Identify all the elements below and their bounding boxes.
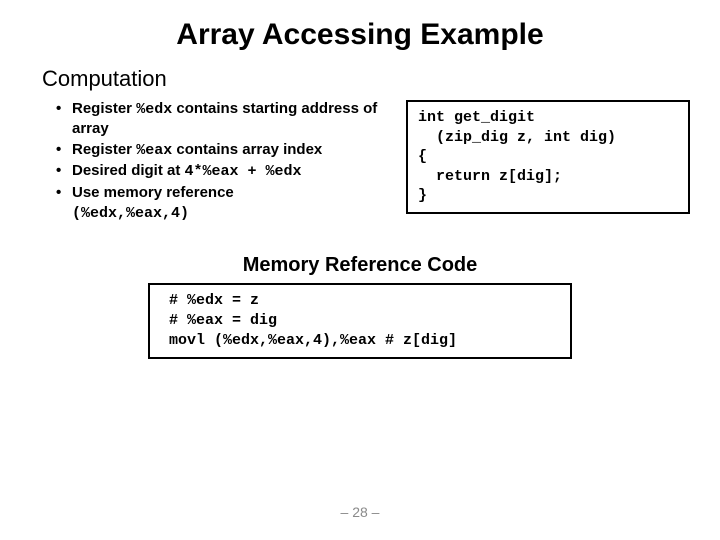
bullet3-code: 4*%eax + %edx <box>185 163 302 180</box>
bullet2-code: %eax <box>136 142 172 159</box>
bullet3-pre: Desired digit at <box>72 162 185 179</box>
page-number: – 28 – <box>0 504 720 520</box>
bullet2-post: contains array index <box>172 141 322 158</box>
bullet-list-container: Register %edx contains starting address … <box>42 98 406 224</box>
bullet1-code: %edx <box>136 101 172 118</box>
bullet1-pre: Register <box>72 100 136 117</box>
bullet-item-3: Desired digit at 4*%eax + %edx <box>42 162 398 182</box>
bullet-item-2: Register %eax contains array index <box>42 141 398 161</box>
bullet-list: Register %edx contains starting address … <box>42 100 398 203</box>
bullet-item-1: Register %edx contains starting address … <box>42 100 398 139</box>
memory-reference-heading: Memory Reference Code <box>0 254 720 277</box>
c-code-box: int get_digit (zip_dig z, int dig) { ret… <box>406 100 690 214</box>
slide: Array Accessing Example Computation Regi… <box>0 0 720 540</box>
bullet2-pre: Register <box>72 141 136 158</box>
memory-reference-code-box: # %edx = z # %eax = dig movl (%edx,%eax,… <box>148 283 572 360</box>
bullet4-text: Use memory reference <box>72 184 234 201</box>
slide-title: Array Accessing Example <box>0 0 720 52</box>
bullet4-subcode: (%edx,%eax,4) <box>72 205 398 224</box>
bullet-item-4: Use memory reference <box>42 184 398 203</box>
two-column-area: Register %edx contains starting address … <box>0 98 720 224</box>
computation-heading: Computation <box>42 66 720 92</box>
